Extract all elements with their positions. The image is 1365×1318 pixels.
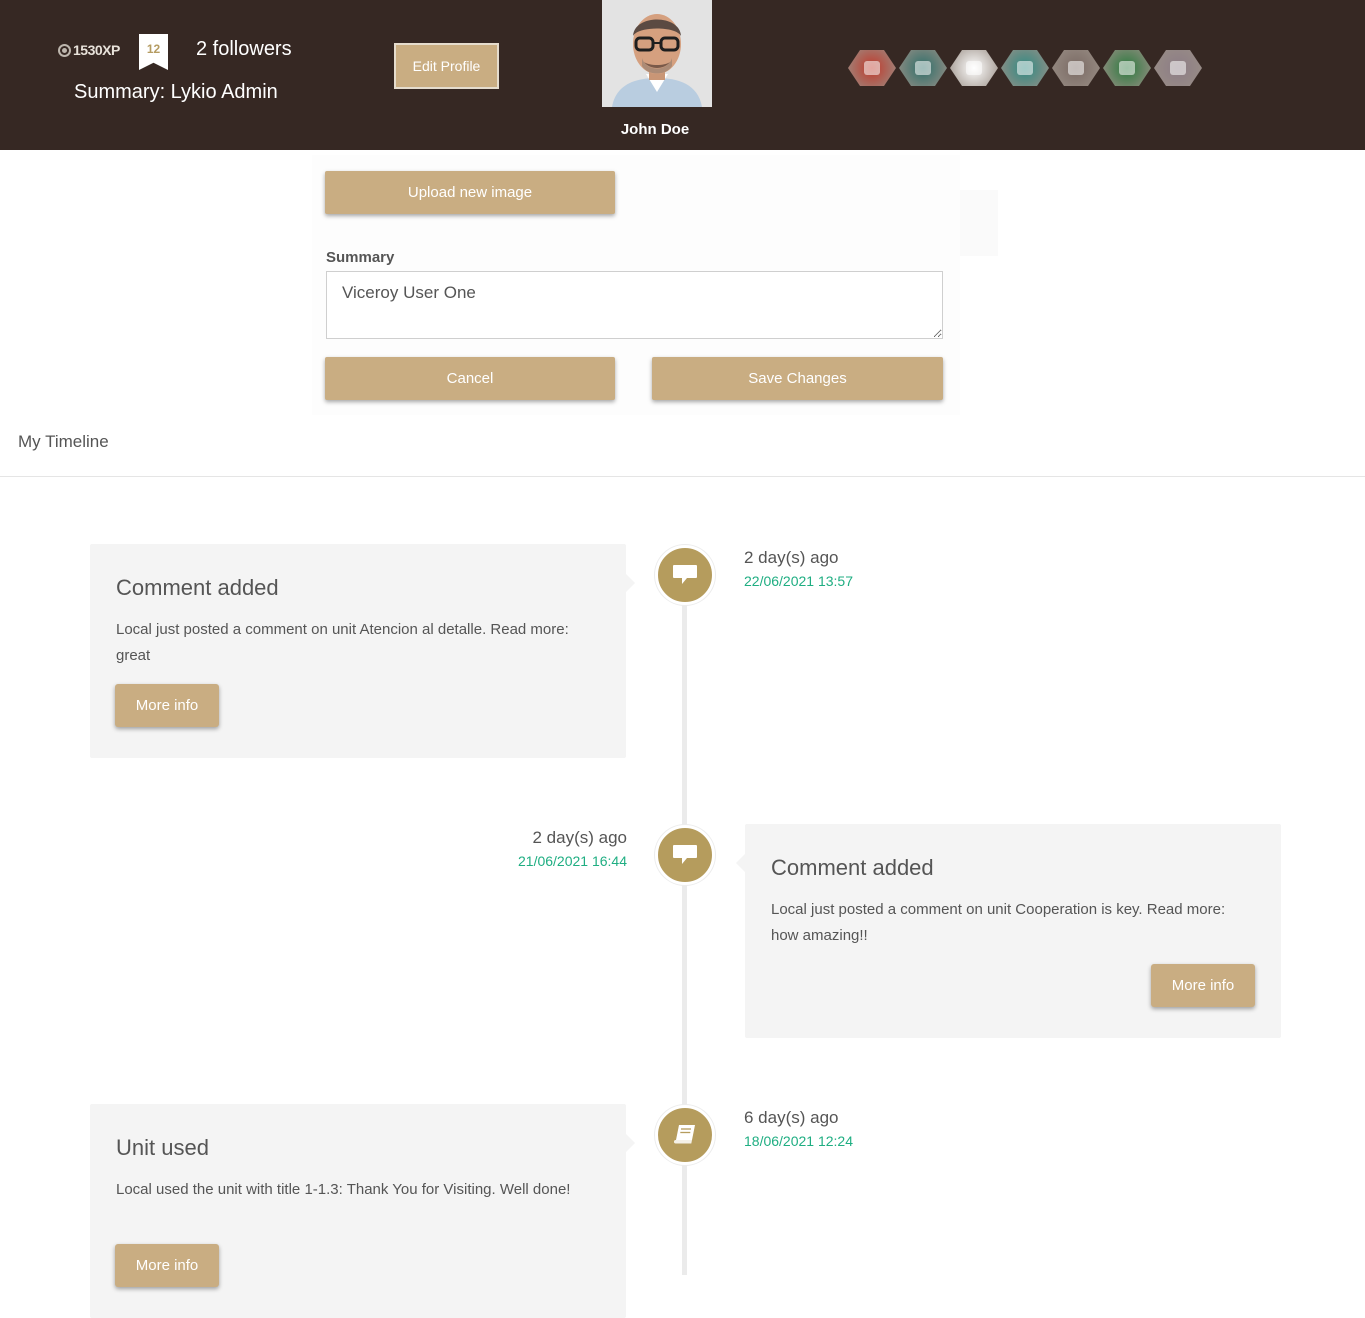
avatar-photo-icon — [602, 0, 712, 107]
badge-emblem-icon — [1068, 61, 1084, 75]
save-changes-button[interactable]: Save Changes — [652, 357, 943, 400]
timeline-card: Comment added Local just posted a commen… — [90, 544, 635, 758]
badge-emblem-icon — [864, 61, 880, 75]
level-value: 12 — [146, 42, 161, 56]
comment-icon — [673, 845, 697, 864]
divider — [0, 476, 1365, 477]
badge-6-icon[interactable] — [1103, 50, 1151, 86]
xp-counter: 1530XP — [58, 42, 120, 58]
badge-emblem-icon — [1017, 61, 1033, 75]
timeline-title: My Timeline — [18, 432, 109, 451]
summary-label: Summary — [326, 249, 395, 266]
user-name: John Doe — [620, 121, 690, 138]
time-ago: 6 day(s) ago — [744, 1108, 839, 1127]
badge-emblem-icon — [915, 61, 931, 75]
timestamp: 22/06/2021 13:57 — [744, 573, 853, 589]
badge-5-icon[interactable] — [1052, 50, 1100, 86]
timeline-card-title: Comment added — [771, 855, 934, 880]
book-icon — [673, 1125, 695, 1144]
avatar[interactable] — [602, 0, 712, 107]
time-ago: 2 day(s) ago — [532, 828, 628, 847]
badge-4-icon[interactable] — [1001, 50, 1049, 86]
timeline-card-title: Unit used — [116, 1135, 209, 1160]
badge-list — [848, 50, 1205, 86]
summary-field[interactable] — [326, 271, 943, 339]
badge-7-icon[interactable] — [1154, 50, 1202, 86]
timeline-card: Unit used Local used the unit with title… — [90, 1104, 635, 1318]
badge-emblem-icon — [966, 61, 982, 75]
comment-icon — [673, 565, 697, 584]
badge-1-icon[interactable] — [848, 50, 896, 86]
timeline-card: Comment added Local just posted a commen… — [736, 824, 1281, 1038]
timeline-card-body: Local just posted a comment on unit Aten… — [116, 621, 569, 664]
timestamp: 21/06/2021 16:44 — [518, 853, 627, 869]
timestamp: 18/06/2021 12:24 — [744, 1133, 853, 1149]
profile-header: 1530XP 12 2 followers Summary: Lykio Adm… — [0, 0, 1365, 150]
profile-summary: Summary: Lykio Admin — [74, 81, 278, 103]
edit-profile-button[interactable]: Edit Profile — [394, 43, 499, 89]
timeline-card-title: Comment added — [116, 575, 279, 600]
timeline-marker — [655, 545, 715, 605]
timeline-card-body: Local just posted a comment on unit Coop… — [771, 901, 1226, 944]
more-info-button[interactable]: More info — [115, 684, 219, 727]
timeline-marker — [655, 1105, 715, 1165]
badge-3-icon[interactable] — [950, 50, 998, 86]
timeline-line — [682, 575, 687, 1275]
timeline-marker — [655, 825, 715, 885]
cancel-button[interactable]: Cancel — [325, 357, 615, 400]
xp-coin-icon — [58, 43, 71, 57]
badge-emblem-icon — [1119, 61, 1135, 75]
followers-count[interactable]: 2 followers — [196, 38, 292, 61]
level-ribbon-icon: 12 — [139, 34, 168, 70]
xp-value: 1530XP — [73, 42, 120, 58]
upload-image-button[interactable]: Upload new image — [325, 171, 615, 214]
timeline-card-body: Local used the unit with title 1-1.3: Th… — [116, 1181, 571, 1198]
time-ago: 2 day(s) ago — [744, 548, 839, 567]
badge-emblem-icon — [1170, 61, 1186, 75]
more-info-button[interactable]: More info — [1151, 964, 1255, 1007]
more-info-button[interactable]: More info — [115, 1244, 219, 1287]
badge-2-icon[interactable] — [899, 50, 947, 86]
